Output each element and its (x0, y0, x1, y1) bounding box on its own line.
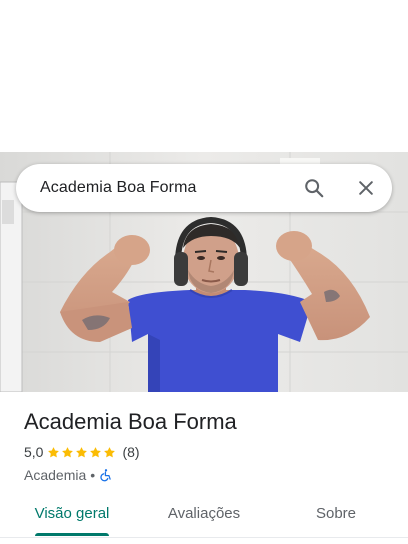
tab-about[interactable]: Sobre (264, 490, 408, 536)
review-count[interactable]: (8) (122, 444, 139, 460)
place-details-page: Academia Boa Forma Academia Boa Forma 5,… (0, 0, 408, 544)
rating-value: 5,0 (24, 444, 44, 460)
star-icon (104, 446, 116, 457)
search-input[interactable]: Academia Boa Forma (40, 179, 294, 197)
tab-reviews[interactable]: Avaliações (144, 490, 264, 536)
blank-area (0, 0, 408, 152)
star-rating (47, 446, 117, 459)
selected-tab-indicator (35, 533, 109, 536)
star-icon (76, 446, 88, 457)
search-icon[interactable] (294, 168, 334, 208)
close-icon[interactable] (346, 168, 386, 208)
place-info: Academia Boa Forma 5,0 (8) Academia • (24, 406, 392, 485)
category-label: Academia (24, 467, 87, 483)
star-icon (62, 446, 74, 457)
tab-label: Sobre (315, 504, 357, 522)
wheelchair-accessible-icon (100, 469, 111, 482)
search-bar[interactable]: Academia Boa Forma (16, 164, 392, 212)
star-icon (48, 446, 60, 457)
tab-bar: Visão geral Avaliações Sobre (0, 490, 408, 538)
tab-overview[interactable]: Visão geral (0, 490, 144, 536)
tab-label: Avaliações (167, 504, 241, 522)
tabs-divider (0, 537, 408, 538)
place-title: Academia Boa Forma (24, 409, 237, 434)
star-icon (90, 446, 102, 457)
separator-dot: • (90, 467, 96, 483)
category-row: Academia • (24, 465, 392, 485)
tab-label: Visão geral (34, 504, 110, 522)
rating-row[interactable]: 5,0 (8) (24, 442, 392, 462)
